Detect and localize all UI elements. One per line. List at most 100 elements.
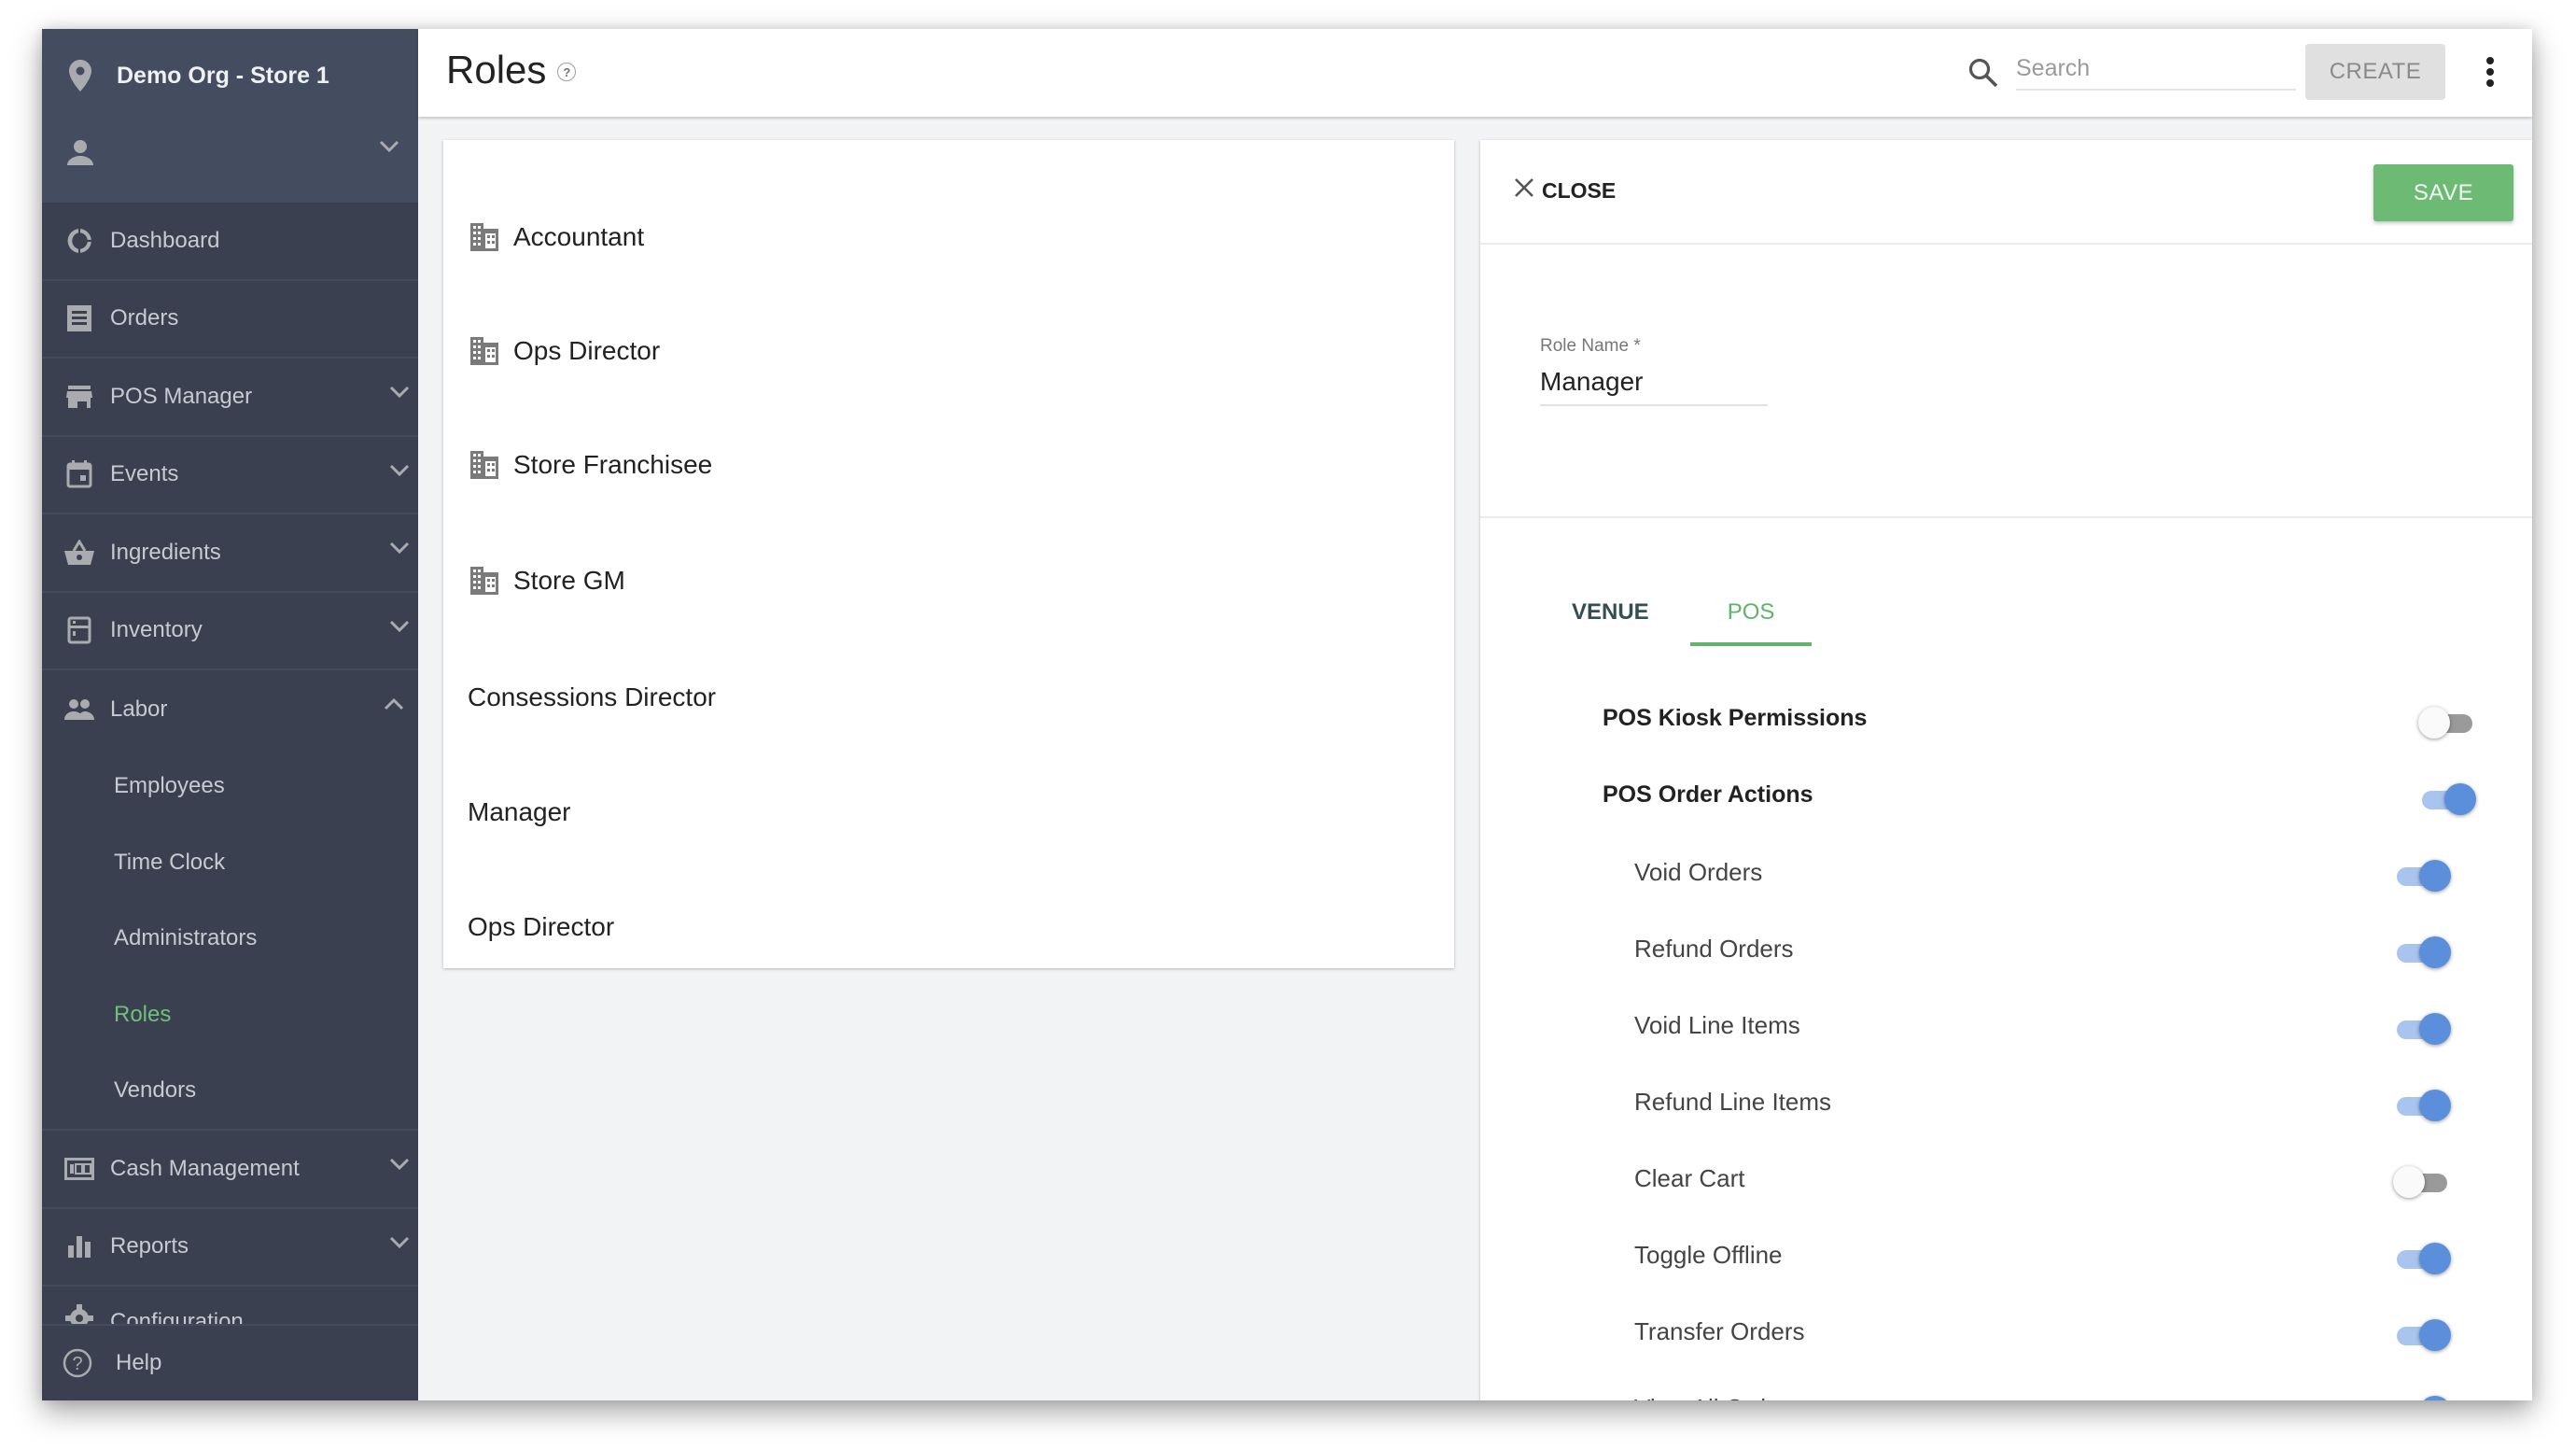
role-list-item[interactable]: Ops Director bbox=[469, 328, 660, 374]
permission-toggle[interactable] bbox=[2393, 936, 2451, 968]
permission-label: Refund Orders bbox=[1634, 935, 1794, 963]
role-name: Accountant bbox=[513, 222, 645, 251]
role-form: Role Name * bbox=[1480, 245, 2532, 518]
permission-toggle[interactable] bbox=[2393, 1013, 2451, 1045]
permission-label: Void Line Items bbox=[1634, 1011, 1800, 1039]
permission-toggle[interactable] bbox=[2418, 783, 2476, 815]
permission-row: Toggle Offline bbox=[1480, 1233, 2532, 1280]
permission-row: Void Line Items bbox=[1480, 1004, 2532, 1050]
permission-row: Refund Line Items bbox=[1480, 1080, 2532, 1127]
toggle-knob[interactable] bbox=[2393, 1166, 2425, 1198]
permission-label: Clear Cart bbox=[1634, 1164, 1745, 1192]
permission-row: Clear Cart bbox=[1480, 1157, 2532, 1203]
toggle-knob[interactable] bbox=[2419, 1396, 2451, 1400]
permission-toggle[interactable] bbox=[2418, 707, 2476, 739]
app-window: Demo Org - Store 1 Dashboard Orders POS … bbox=[42, 29, 2532, 1400]
svg-text:?: ? bbox=[72, 1354, 82, 1374]
permission-toggle[interactable] bbox=[2393, 860, 2451, 892]
bar-chart-icon bbox=[63, 1230, 96, 1263]
toggle-knob[interactable] bbox=[2419, 1243, 2451, 1274]
toggle-knob[interactable] bbox=[2419, 1319, 2451, 1351]
permission-label: Void Orders bbox=[1634, 858, 1763, 886]
sidebar-subitem-administrators[interactable]: Administrators bbox=[42, 901, 418, 978]
permission-toggle[interactable] bbox=[2393, 1090, 2451, 1121]
permission-row: Transfer Orders bbox=[1480, 1310, 2532, 1357]
permission-label: Transfer Orders bbox=[1634, 1317, 1805, 1345]
toggle-knob[interactable] bbox=[2419, 860, 2451, 892]
role-list-item[interactable]: Consessions Director bbox=[468, 674, 716, 721]
role-name: Store GM bbox=[513, 566, 625, 595]
tab-venue[interactable]: VENUE bbox=[1536, 579, 1690, 646]
location-pin-icon bbox=[64, 57, 96, 94]
sidebar-item-label: Inventory bbox=[110, 617, 203, 643]
sidebar-subitem-time-clock[interactable]: Time Clock bbox=[42, 824, 418, 901]
dashboard-icon bbox=[63, 224, 96, 258]
sidebar-subitem-employees[interactable]: Employees bbox=[42, 749, 418, 825]
permission-toggle[interactable] bbox=[2393, 1396, 2451, 1400]
permission-toggle[interactable] bbox=[2393, 1243, 2451, 1274]
cash-icon bbox=[63, 1152, 96, 1186]
role-detail-panel: CLOSE SAVE Role Name * VENUE POS POS Kio… bbox=[1480, 140, 2532, 1400]
chevron-down-icon[interactable] bbox=[378, 139, 400, 159]
search-input[interactable] bbox=[2016, 48, 2296, 91]
toggle-knob[interactable] bbox=[2418, 707, 2450, 739]
close-button[interactable]: CLOSE bbox=[1514, 177, 1616, 204]
role-name: Store Franchisee bbox=[513, 450, 713, 479]
role-name-input[interactable] bbox=[1540, 359, 1768, 406]
permission-tabs: VENUE POS bbox=[1536, 579, 1813, 646]
inventory-icon bbox=[63, 613, 96, 647]
save-button[interactable]: SAVE bbox=[2373, 164, 2513, 221]
sidebar-item-ingredients[interactable]: Ingredients bbox=[42, 514, 418, 593]
sidebar-item-label: Cash Management bbox=[110, 1155, 300, 1181]
sidebar-help[interactable]: ? Help bbox=[42, 1324, 418, 1400]
sidebar-item-inventory[interactable]: Inventory bbox=[42, 593, 418, 670]
sidebar-item-labor[interactable]: Labor bbox=[42, 670, 418, 749]
role-list-item[interactable]: Accountant bbox=[469, 214, 644, 260]
help-icon[interactable]: ? bbox=[557, 63, 577, 81]
chevron-down-icon bbox=[388, 1235, 411, 1255]
sidebar-header: Demo Org - Store 1 bbox=[42, 29, 418, 203]
sidebar-subitem-roles[interactable]: Roles bbox=[42, 977, 418, 1053]
role-name: Manager bbox=[468, 797, 571, 826]
calendar-icon bbox=[63, 457, 96, 491]
help-circle-icon: ? bbox=[63, 1348, 92, 1383]
role-list-item[interactable]: Store GM bbox=[469, 557, 625, 604]
role-name: Consessions Director bbox=[468, 682, 717, 711]
permission-row: POS Order Actions bbox=[1480, 774, 2532, 821]
receipt-icon bbox=[63, 302, 96, 335]
tab-pos[interactable]: POS bbox=[1689, 579, 1813, 646]
store-icon bbox=[63, 380, 96, 414]
permission-label: POS Kiosk Permissions bbox=[1603, 705, 1868, 731]
toggle-knob[interactable] bbox=[2419, 1013, 2451, 1045]
more-options-icon[interactable] bbox=[2481, 51, 2499, 92]
toggle-knob[interactable] bbox=[2419, 1090, 2451, 1121]
user-menu[interactable] bbox=[64, 132, 400, 178]
sidebar-item-cash-management[interactable]: Cash Management bbox=[42, 1131, 418, 1209]
sidebar-item-pos-manager[interactable]: POS Manager bbox=[42, 359, 418, 437]
sidebar-item-reports[interactable]: Reports bbox=[42, 1209, 418, 1287]
people-icon bbox=[63, 693, 96, 726]
sidebar-item-orders[interactable]: Orders bbox=[42, 281, 418, 359]
sidebar-item-events[interactable]: Events bbox=[42, 437, 418, 514]
toggle-knob[interactable] bbox=[2419, 936, 2451, 968]
permission-toggle[interactable] bbox=[2393, 1319, 2451, 1351]
sidebar-nav: Dashboard Orders POS Manager Events Ingr… bbox=[42, 203, 418, 1365]
toggle-knob[interactable] bbox=[2444, 783, 2476, 815]
create-button[interactable]: CREATE bbox=[2305, 44, 2445, 100]
detail-header: CLOSE SAVE bbox=[1480, 140, 2532, 245]
basket-icon bbox=[63, 536, 96, 570]
chevron-down-icon bbox=[388, 385, 411, 404]
role-list-item[interactable]: Ops Director bbox=[468, 904, 614, 950]
search-icon[interactable] bbox=[1967, 57, 1999, 93]
sidebar-item-dashboard[interactable]: Dashboard bbox=[42, 203, 418, 281]
org-selector[interactable]: Demo Org - Store 1 bbox=[64, 57, 329, 94]
chevron-down-icon bbox=[388, 541, 411, 560]
sidebar-subitem-vendors[interactable]: Vendors bbox=[42, 1053, 418, 1130]
sidebar-item-label: Orders bbox=[110, 305, 179, 331]
role-list-item[interactable]: Store Franchisee bbox=[469, 442, 712, 488]
permission-toggle[interactable] bbox=[2393, 1166, 2451, 1198]
close-label: CLOSE bbox=[1542, 177, 1617, 203]
chevron-up-icon bbox=[383, 696, 405, 716]
sidebar-group-labor: Labor Employees Time Clock Administrator… bbox=[42, 670, 418, 1131]
role-list-item[interactable]: Manager bbox=[468, 789, 571, 836]
